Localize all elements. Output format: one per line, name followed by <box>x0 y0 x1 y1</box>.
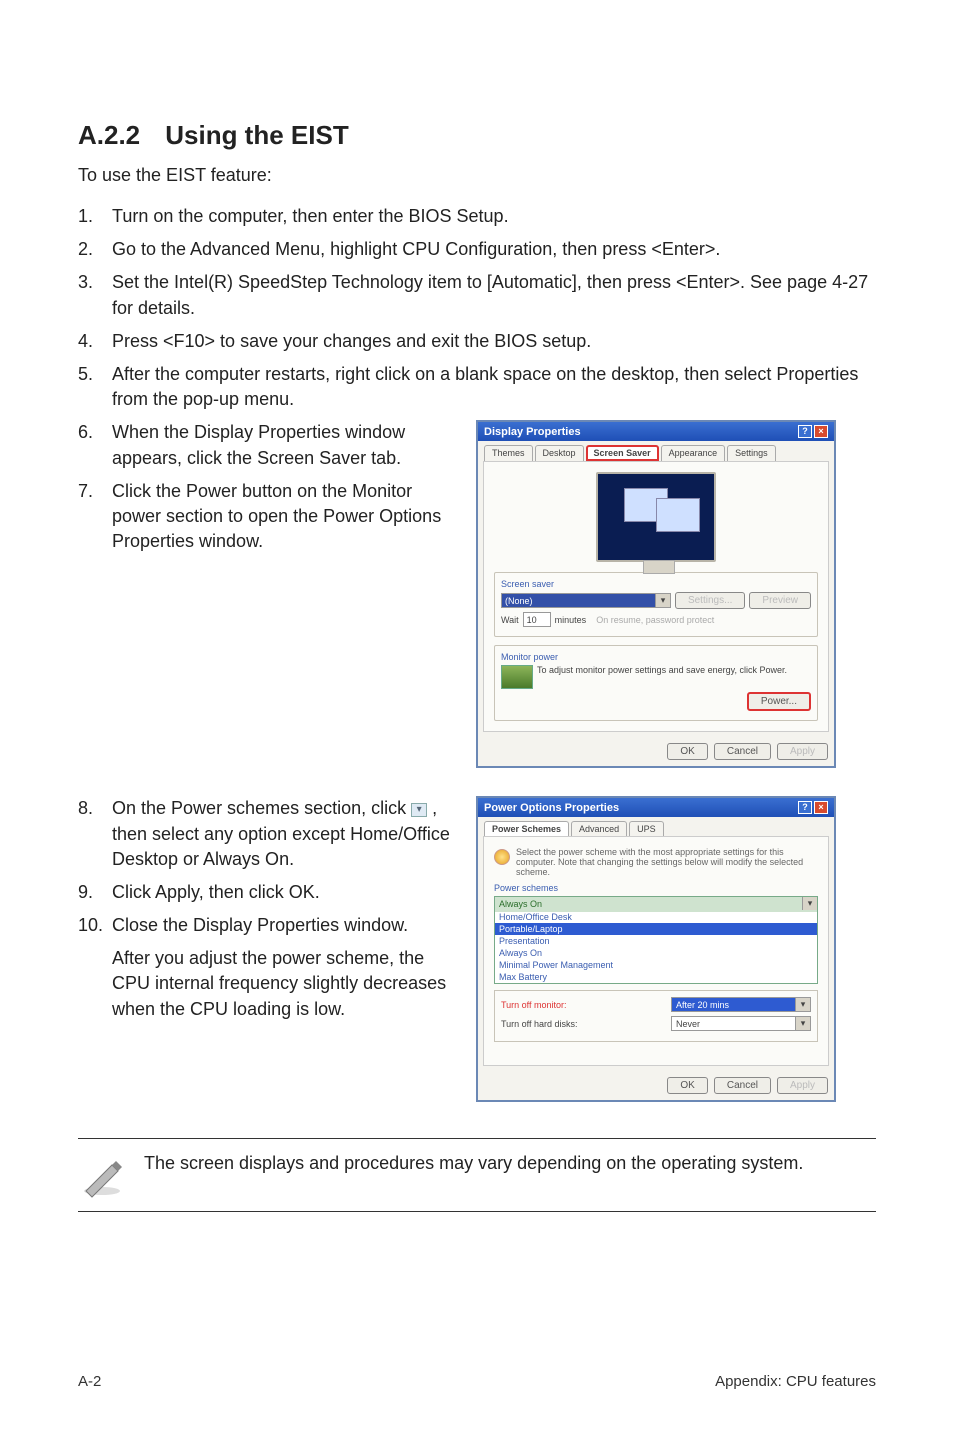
power-scheme-dropdown[interactable]: Always On <box>494 896 818 911</box>
step-text: On the Power schemes section, click ▾ , … <box>112 796 458 872</box>
list-item[interactable]: Minimal Power Management <box>495 959 817 971</box>
step-num: 8. <box>78 796 112 872</box>
step-num: 5. <box>78 362 112 412</box>
monitor-power-desc: To adjust monitor power settings and sav… <box>537 665 811 675</box>
turn-off-hd-label: Turn off hard disks: <box>501 1019 578 1029</box>
display-properties-dialog: Display Properties ? × Themes Desktop Sc… <box>476 420 836 768</box>
intro-text: To use the EIST feature: <box>78 165 876 186</box>
turn-off-monitor-select[interactable]: After 20 mins <box>671 997 811 1012</box>
step-text: Go to the Advanced Menu, highlight CPU C… <box>112 237 876 262</box>
wait-spinner[interactable]: 10 <box>523 612 551 627</box>
tab-advanced[interactable]: Advanced <box>571 821 627 836</box>
list-item[interactable]: Always On <box>495 947 817 959</box>
tab-appearance[interactable]: Appearance <box>661 445 726 461</box>
resume-checkbox-label[interactable]: On resume, password protect <box>596 615 714 625</box>
monitor-preview <box>596 472 716 562</box>
step-text: When the Display Properties window appea… <box>112 420 458 470</box>
tab-bar: Power Schemes Advanced UPS <box>478 817 834 836</box>
list-item[interactable]: Home/Office Desk <box>495 911 817 923</box>
apply-button[interactable]: Apply <box>777 1077 828 1094</box>
ok-button[interactable]: OK <box>667 1077 707 1094</box>
step-num: 9. <box>78 880 112 905</box>
tab-ups[interactable]: UPS <box>629 821 664 836</box>
close-icon[interactable]: × <box>814 425 828 438</box>
step-num: 1. <box>78 204 112 229</box>
tab-settings[interactable]: Settings <box>727 445 776 461</box>
footer-title: Appendix: CPU features <box>715 1373 876 1390</box>
step-text: Set the Intel(R) SpeedStep Technology it… <box>112 270 876 320</box>
cancel-button[interactable]: Cancel <box>714 1077 771 1094</box>
tab-power-schemes[interactable]: Power Schemes <box>484 821 569 836</box>
page-footer: A-2 Appendix: CPU features <box>78 1373 876 1390</box>
section-number: A.2.2 <box>78 120 158 151</box>
settings-button[interactable]: Settings... <box>675 592 745 609</box>
step-text: After the computer restarts, right click… <box>112 362 876 412</box>
after-adjust-text: After you adjust the power scheme, the C… <box>112 946 458 1022</box>
step-num: 2. <box>78 237 112 262</box>
help-icon[interactable]: ? <box>798 801 812 814</box>
close-icon[interactable]: × <box>814 801 828 814</box>
bulb-icon <box>494 849 510 865</box>
energy-star-icon <box>501 665 533 689</box>
step-num: 7. <box>78 479 112 555</box>
chevron-down-icon[interactable]: ▾ <box>411 803 427 817</box>
wait-minutes: minutes <box>555 615 587 625</box>
note-text: The screen displays and procedures may v… <box>144 1151 803 1176</box>
wait-label: Wait <box>501 615 519 625</box>
ok-button[interactable]: OK <box>667 743 707 760</box>
power-schemes-label: Power schemes <box>494 883 818 893</box>
step-num: 3. <box>78 270 112 320</box>
page-number: A-2 <box>78 1373 101 1390</box>
list-item[interactable]: Max Battery <box>495 971 817 983</box>
tab-bar: Themes Desktop Screen Saver Appearance S… <box>478 441 834 461</box>
turn-off-monitor-label: Turn off monitor: <box>501 1000 567 1010</box>
dialog-title: Display Properties <box>484 426 581 438</box>
step-num: 4. <box>78 329 112 354</box>
section-title: Using the EIST <box>165 120 348 150</box>
tab-screen-saver[interactable]: Screen Saver <box>586 445 659 461</box>
step-list-a: 1.Turn on the computer, then enter the B… <box>78 204 876 412</box>
section-heading: A.2.2 Using the EIST <box>78 120 876 151</box>
screensaver-dropdown[interactable]: (None) <box>501 593 671 608</box>
tab-themes[interactable]: Themes <box>484 445 533 461</box>
list-item[interactable]: Portable/Laptop <box>495 923 817 935</box>
preview-button[interactable]: Preview <box>749 592 811 609</box>
step-num: 6. <box>78 420 112 470</box>
step-text: Click Apply, then click OK. <box>112 880 458 905</box>
screensaver-group-label: Screen saver <box>501 579 811 589</box>
step-text: Press <F10> to save your changes and exi… <box>112 329 876 354</box>
step-num: 10. <box>78 913 112 938</box>
note-box: The screen displays and procedures may v… <box>78 1138 876 1212</box>
step-list-b: 6.When the Display Properties window app… <box>78 420 458 554</box>
cancel-button[interactable]: Cancel <box>714 743 771 760</box>
power-button[interactable]: Power... <box>747 692 811 711</box>
step-text: Close the Display Properties window. <box>112 913 458 938</box>
tab-desktop[interactable]: Desktop <box>535 445 584 461</box>
step-text: Turn on the computer, then enter the BIO… <box>112 204 876 229</box>
monitor-power-label: Monitor power <box>501 652 811 662</box>
pencil-icon <box>78 1151 126 1199</box>
list-item[interactable]: Presentation <box>495 935 817 947</box>
step-text: Click the Power button on the Monitor po… <box>112 479 458 555</box>
turn-off-hd-select[interactable]: Never <box>671 1016 811 1031</box>
power-scheme-options[interactable]: Home/Office Desk Portable/Laptop Present… <box>494 911 818 984</box>
power-options-dialog: Power Options Properties ? × Power Schem… <box>476 796 836 1102</box>
help-icon[interactable]: ? <box>798 425 812 438</box>
dialog-title: Power Options Properties <box>484 802 619 814</box>
step-list-c: 8. On the Power schemes section, click ▾… <box>78 796 458 938</box>
power-scheme-desc: Select the power scheme with the most ap… <box>516 847 818 877</box>
apply-button[interactable]: Apply <box>777 743 828 760</box>
